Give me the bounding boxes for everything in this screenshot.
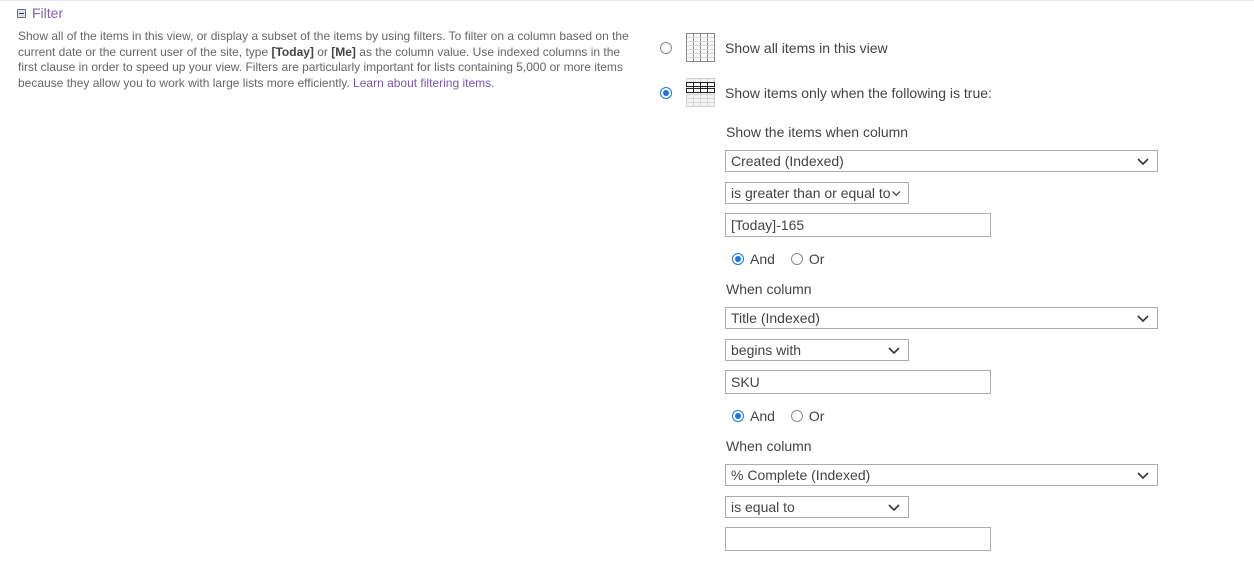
collapse-icon[interactable] bbox=[17, 8, 26, 18]
clause-2-conjunction: And Or bbox=[732, 408, 840, 424]
clause-2-column-value: Title (Indexed) bbox=[731, 310, 820, 326]
clause-2-operator-value: begins with bbox=[731, 342, 802, 358]
show-all-radio[interactable] bbox=[660, 41, 672, 54]
clause-3-column-select[interactable]: % Complete (Indexed) bbox=[725, 464, 1158, 486]
clause-2-and-option[interactable]: And bbox=[732, 408, 775, 424]
show-all-option[interactable]: Show all items in this view bbox=[660, 32, 888, 63]
clause-2-column-select[interactable]: Title (Indexed) bbox=[725, 307, 1158, 329]
show-all-label[interactable]: Show all items in this view bbox=[725, 40, 888, 56]
description-text: or bbox=[313, 44, 332, 59]
me-token: [Me] bbox=[331, 44, 356, 59]
clause-3-operator-value: is equal to bbox=[731, 499, 795, 515]
clause-1-and-option[interactable]: And bbox=[732, 251, 775, 267]
clause-3-operator-select[interactable]: is equal to bbox=[725, 496, 909, 518]
clause-1-operator-select[interactable]: is greater than or equal to bbox=[725, 182, 909, 204]
chevron-down-icon bbox=[1137, 158, 1149, 166]
and-radio[interactable] bbox=[732, 253, 744, 265]
clause-3-label: When column bbox=[726, 438, 812, 454]
clause-1-label: Show the items when column bbox=[726, 124, 909, 140]
today-token: [Today] bbox=[271, 44, 314, 59]
clause-1-column-select[interactable]: Created (Indexed) bbox=[725, 150, 1158, 172]
clause-1-operator-value: is greater than or equal to bbox=[731, 185, 891, 201]
clause-1-conjunction: And Or bbox=[732, 251, 840, 267]
clause-2-or-option[interactable]: Or bbox=[790, 408, 825, 424]
clause-2-label: When column bbox=[726, 281, 812, 297]
filter-description: Show all of the items in this view, or d… bbox=[18, 29, 638, 91]
chevron-down-icon bbox=[888, 347, 900, 355]
show-filtered-label[interactable]: Show items only when the following is tr… bbox=[725, 85, 992, 101]
clause-1-or-option[interactable]: Or bbox=[790, 251, 825, 267]
chevron-down-icon bbox=[1137, 315, 1149, 323]
show-filtered-option[interactable]: Show items only when the following is tr… bbox=[660, 77, 992, 108]
or-label[interactable]: Or bbox=[809, 251, 825, 267]
filtered-grid-icon bbox=[686, 78, 715, 107]
and-label[interactable]: And bbox=[750, 408, 775, 424]
clause-1-value-input[interactable]: [Today]-165 bbox=[725, 213, 991, 237]
all-items-grid-icon bbox=[686, 33, 715, 62]
or-radio[interactable] bbox=[790, 253, 803, 265]
section-title[interactable]: Filter bbox=[32, 5, 63, 21]
clause-3-column-value: % Complete (Indexed) bbox=[731, 467, 871, 483]
and-radio[interactable] bbox=[732, 410, 744, 422]
or-radio[interactable] bbox=[790, 410, 803, 422]
top-divider bbox=[0, 0, 1254, 1]
show-filtered-radio[interactable] bbox=[660, 86, 672, 99]
chevron-down-icon bbox=[1137, 472, 1149, 480]
clause-1-column-value: Created (Indexed) bbox=[731, 153, 844, 169]
chevron-down-icon bbox=[891, 191, 900, 197]
or-label[interactable]: Or bbox=[809, 408, 825, 424]
learn-filtering-link[interactable]: Learn about filtering items. bbox=[353, 76, 494, 90]
clause-2-operator-select[interactable]: begins with bbox=[725, 339, 909, 361]
clause-2-value-input[interactable]: SKU bbox=[725, 370, 991, 394]
and-label[interactable]: And bbox=[750, 251, 775, 267]
chevron-down-icon bbox=[888, 504, 900, 512]
filter-section-header[interactable]: Filter bbox=[17, 5, 63, 21]
clause-3-value-input[interactable] bbox=[725, 527, 991, 551]
